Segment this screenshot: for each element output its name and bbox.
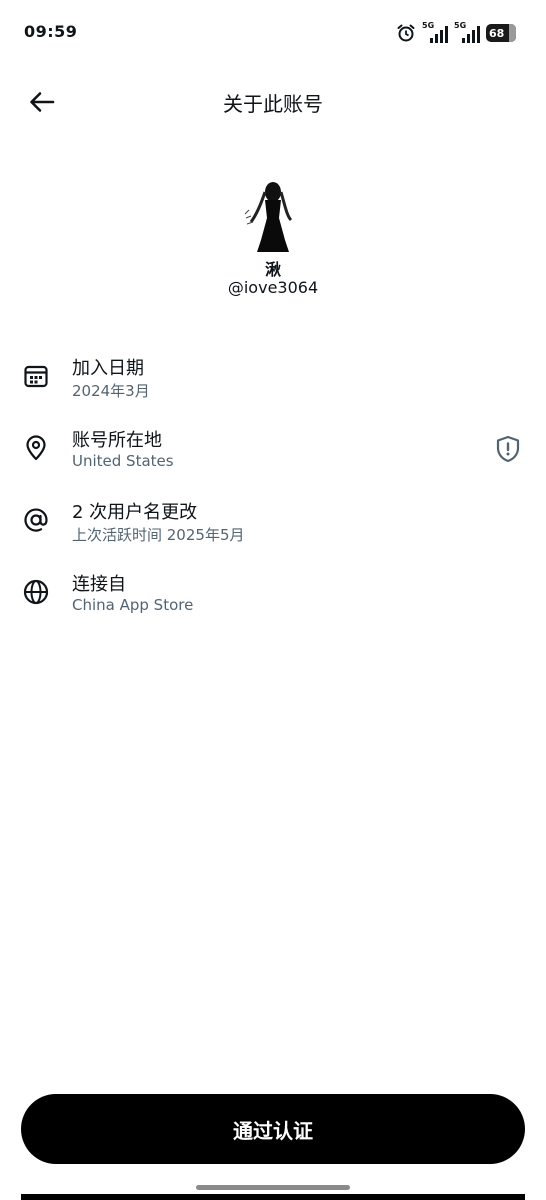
alarm-icon — [397, 24, 415, 42]
at-sign-icon — [20, 504, 52, 536]
page-title: 关于此账号 — [223, 92, 323, 116]
row-title: 账号所在地 — [72, 430, 162, 451]
username-handle: @iove3064 — [227, 278, 319, 297]
row-subtitle: United States — [72, 452, 174, 470]
join-date-row: 加入日期 2024年3月 — [0, 354, 546, 414]
avatar[interactable] — [243, 180, 303, 254]
shield-icon[interactable] — [494, 434, 522, 464]
signal-icon: 5G — [422, 21, 448, 43]
row-title: 2 次用户名更改 — [72, 502, 198, 523]
status-time: 09:59 — [24, 22, 78, 41]
display-name: 湫 — [264, 260, 281, 279]
verify-button[interactable]: 通过认证 — [21, 1094, 525, 1164]
globe-icon — [20, 576, 52, 608]
battery-level: 68 — [489, 26, 505, 40]
location-pin-icon — [20, 432, 52, 464]
status-icons: 5G 5G 68 — [396, 21, 516, 44]
signal-icon: 5G — [454, 21, 480, 43]
row-title: 连接自 — [72, 574, 126, 595]
row-title: 加入日期 — [72, 358, 144, 379]
status-bar: 09:59 5G 5G 68 — [0, 0, 546, 64]
row-subtitle: 上次活跃时间 2025年5月 — [72, 526, 245, 544]
obscured-button-edge — [21, 1194, 525, 1200]
calendar-icon — [20, 360, 52, 392]
row-subtitle: 2024年3月 — [72, 382, 150, 400]
account-location-row: 账号所在地 United States — [0, 426, 546, 486]
connected-via-row: 连接自 China App Store — [0, 570, 546, 630]
avatar-silhouette-icon — [244, 182, 293, 252]
row-subtitle: China App Store — [72, 596, 194, 614]
username-changes-row: 2 次用户名更改 上次活跃时间 2025年5月 — [0, 498, 546, 558]
home-indicator[interactable] — [196, 1185, 350, 1190]
battery-icon: 68 — [486, 24, 516, 42]
